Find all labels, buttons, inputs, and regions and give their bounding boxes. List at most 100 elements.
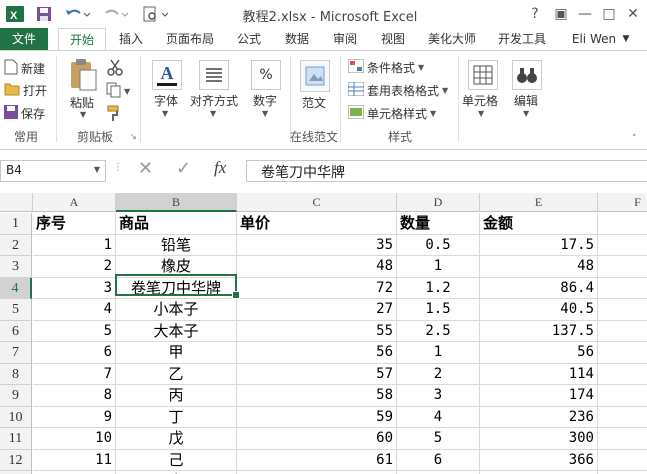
enter-icon[interactable]: ✓	[176, 158, 191, 179]
cell-f[interactable]	[598, 450, 647, 471]
undo-icon[interactable]	[62, 4, 92, 24]
new-button[interactable]: 新建	[4, 59, 45, 78]
cell-e[interactable]: 48	[480, 256, 598, 278]
user-dropdown-icon[interactable]: ▼	[620, 28, 632, 50]
cell-e[interactable]: 56	[480, 342, 598, 364]
cell-f[interactable]	[598, 385, 647, 407]
column-header-f[interactable]: F	[598, 193, 647, 212]
cancel-icon[interactable]: ✕	[138, 158, 153, 179]
row-header[interactable]: 1	[0, 213, 32, 235]
number-dropdown-icon[interactable]: ▼	[262, 109, 268, 118]
cell-c[interactable]: 单价	[237, 213, 397, 235]
insert-function-icon[interactable]: fx	[214, 158, 226, 178]
paste-dropdown-icon[interactable]: ▼	[80, 110, 86, 119]
user-name[interactable]: Eli Wen	[566, 28, 622, 50]
row-header[interactable]: 5	[0, 299, 32, 321]
tab-review[interactable]: 审阅	[324, 28, 366, 50]
cell-b[interactable]: 丙	[116, 385, 237, 407]
cell-f[interactable]	[598, 278, 647, 299]
cell-b[interactable]: 戊	[116, 428, 237, 450]
cell-f[interactable]	[598, 428, 647, 450]
cut-icon[interactable]	[106, 58, 124, 79]
cell-a[interactable]: 序号	[33, 213, 116, 235]
tab-page-layout[interactable]: 页面布局	[158, 28, 222, 50]
collapse-ribbon-icon[interactable]: ˄	[632, 134, 637, 144]
template-button-label[interactable]: 范文	[302, 94, 326, 111]
cells-icon[interactable]	[468, 60, 498, 90]
paste-button-label[interactable]: 粘贴	[70, 94, 94, 111]
cell-b[interactable]: 大本子	[116, 320, 237, 342]
cell-a[interactable]: 9	[33, 406, 116, 428]
name-box[interactable]: B4 ▼	[0, 160, 106, 182]
cell-f[interactable]	[598, 342, 647, 364]
cell-f[interactable]	[598, 299, 647, 321]
worksheet-grid[interactable]: A B C D E F 1 序号 商品 单价 数量 金额 2 1 铅笔 35 0.5 17.5 3 2 橡皮…	[0, 193, 647, 474]
cell-a[interactable]: 1	[33, 234, 116, 256]
cell-f[interactable]	[598, 321, 647, 342]
row-header[interactable]: 11	[0, 428, 32, 450]
redo-icon[interactable]	[100, 4, 130, 24]
font-dropdown-icon[interactable]: ▼	[162, 109, 168, 118]
tab-formulas[interactable]: 公式	[228, 28, 270, 50]
cell-f[interactable]	[598, 213, 647, 235]
alignment-dropdown-icon[interactable]: ▼	[210, 109, 216, 118]
cell-c[interactable]: 61	[237, 449, 397, 471]
cell-b[interactable]: 甲	[116, 342, 237, 364]
cell-a[interactable]: 8	[33, 385, 116, 407]
column-header-a[interactable]: A	[33, 193, 116, 212]
alignment-button-label[interactable]: 对齐方式	[190, 92, 238, 109]
cell-b[interactable]: 卷笔刀中华牌	[116, 277, 237, 299]
cell-d[interactable]: 1.2	[397, 277, 480, 299]
cell-a[interactable]: 4	[33, 299, 116, 321]
cell-a[interactable]: 3	[33, 277, 116, 299]
tab-data[interactable]: 数据	[276, 28, 318, 50]
cell-b[interactable]: 小本子	[116, 299, 237, 321]
paste-icon[interactable]	[68, 58, 98, 92]
cell-b[interactable]: 铅笔	[116, 234, 237, 256]
cell-b[interactable]: 己	[116, 449, 237, 471]
tab-file[interactable]: 文件	[0, 28, 48, 50]
cell-d[interactable]: 1	[397, 256, 480, 278]
row-header[interactable]: 4	[0, 277, 32, 299]
cell-d[interactable]: 1	[397, 342, 480, 364]
editing-binoculars-icon[interactable]	[512, 60, 542, 90]
name-box-dropdown-icon[interactable]: ▼	[94, 165, 100, 174]
cell-c[interactable]: 48	[237, 256, 397, 278]
restore-button[interactable]: □	[598, 3, 620, 25]
cell-e[interactable]: 366	[480, 449, 598, 471]
cell-e[interactable]: 40.5	[480, 299, 598, 321]
font-icon[interactable]: A	[152, 60, 182, 90]
row-header[interactable]: 8	[0, 363, 32, 385]
formula-input[interactable]: 卷笔刀中华牌	[246, 160, 647, 182]
cell-b[interactable]: 橡皮	[116, 256, 237, 278]
cell-d[interactable]: 3	[397, 385, 480, 407]
tab-home[interactable]: 开始	[58, 28, 106, 52]
save-icon[interactable]	[34, 4, 54, 24]
tab-view[interactable]: 视图	[372, 28, 414, 50]
cell-a[interactable]: 10	[33, 428, 116, 450]
percent-icon[interactable]: %	[251, 60, 281, 90]
tab-developer[interactable]: 开发工具	[490, 28, 554, 50]
cell-f[interactable]	[598, 256, 647, 278]
row-header[interactable]: 7	[0, 342, 32, 364]
format-painter-icon[interactable]	[106, 104, 124, 125]
font-button-label[interactable]: 字体	[154, 92, 178, 109]
format-as-table-button[interactable]: 套用表格格式 ▼	[347, 81, 448, 99]
fill-handle[interactable]	[232, 291, 240, 299]
cell-e[interactable]: 114	[480, 363, 598, 385]
cell-d[interactable]: 2.5	[397, 320, 480, 342]
cell-f[interactable]	[598, 364, 647, 385]
cell-a[interactable]: 6	[33, 342, 116, 364]
cell-a[interactable]: 5	[33, 320, 116, 342]
cell-a[interactable]: 2	[33, 256, 116, 278]
row-header[interactable]: 9	[0, 385, 32, 407]
cell-c[interactable]: 27	[237, 299, 397, 321]
cell-c[interactable]: 55	[237, 320, 397, 342]
save-button[interactable]: 保存	[4, 105, 45, 122]
cell-e[interactable]: 金额	[480, 213, 598, 235]
cell-b[interactable]: 丁	[116, 406, 237, 428]
cell-c[interactable]: 60	[237, 428, 397, 450]
cell-c[interactable]: 57	[237, 363, 397, 385]
template-icon[interactable]	[300, 60, 330, 92]
cell-d[interactable]: 6	[397, 449, 480, 471]
